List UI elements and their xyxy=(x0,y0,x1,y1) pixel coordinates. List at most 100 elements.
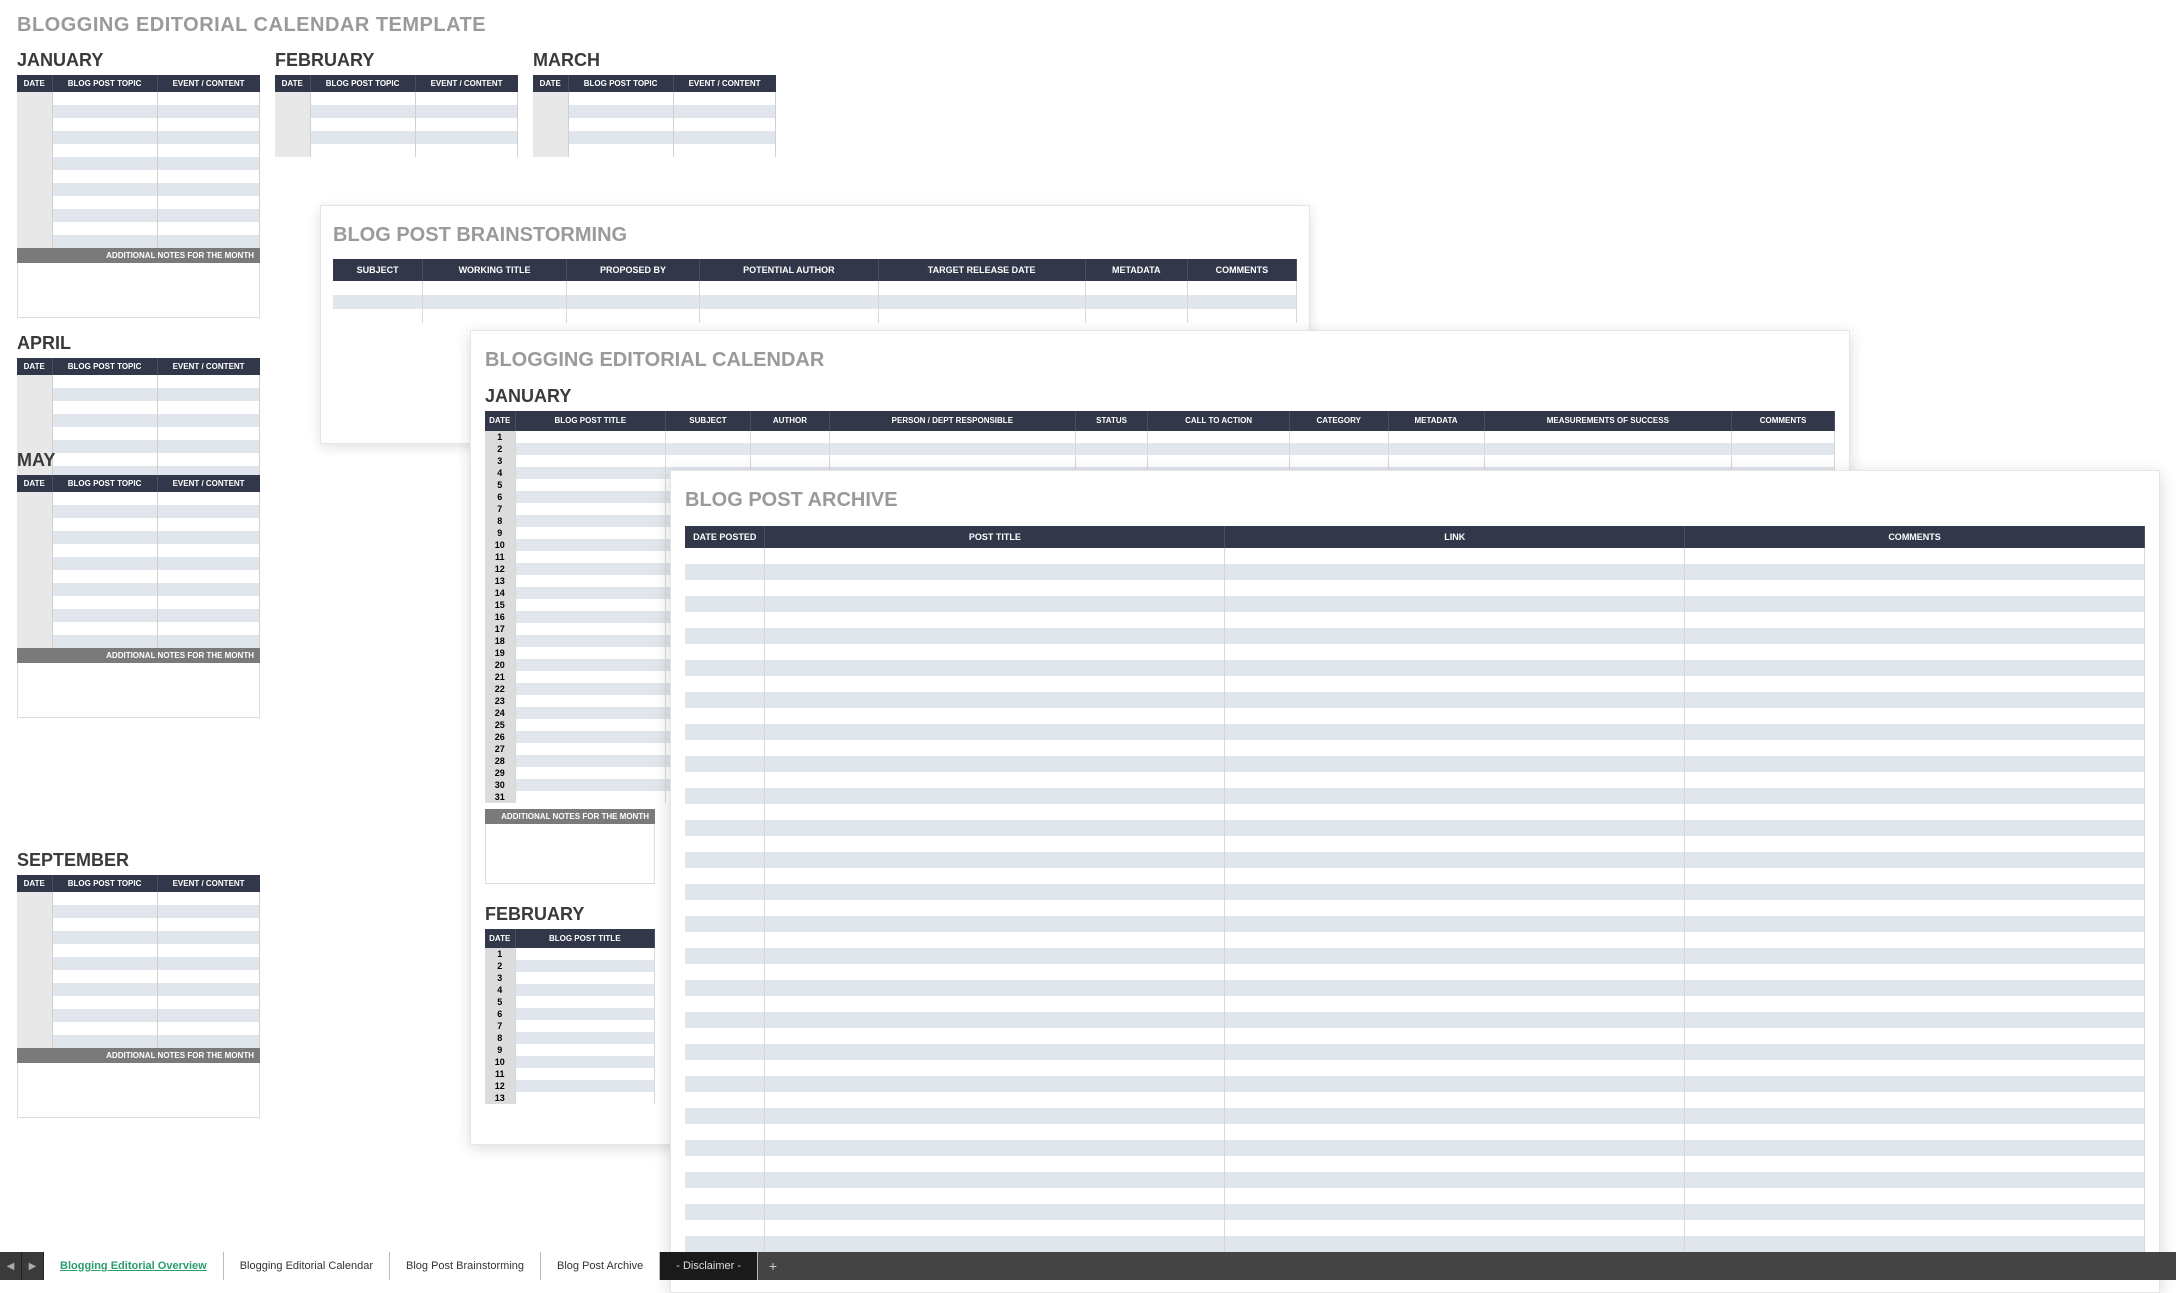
table-row[interactable] xyxy=(275,131,518,144)
table-row[interactable]: 10 xyxy=(485,1056,655,1068)
table-row[interactable] xyxy=(685,772,2145,788)
table-row[interactable] xyxy=(685,708,2145,724)
table-row[interactable] xyxy=(533,131,776,144)
add-sheet-button[interactable]: + xyxy=(758,1252,788,1280)
table-row[interactable] xyxy=(685,916,2145,932)
table-row[interactable]: 5 xyxy=(485,996,655,1008)
table-row[interactable] xyxy=(685,692,2145,708)
table-row[interactable] xyxy=(17,518,260,531)
table-row[interactable]: 1 xyxy=(485,948,655,960)
table-row[interactable] xyxy=(17,583,260,596)
table-row[interactable] xyxy=(685,884,2145,900)
table-row[interactable] xyxy=(685,1140,2145,1156)
table-row[interactable] xyxy=(685,596,2145,612)
table-row[interactable] xyxy=(17,557,260,570)
table-row[interactable] xyxy=(17,596,260,609)
table-row[interactable] xyxy=(685,756,2145,772)
table-row[interactable] xyxy=(685,1204,2145,1220)
table-row[interactable] xyxy=(17,131,260,144)
table-row[interactable] xyxy=(17,944,260,957)
table-row[interactable] xyxy=(275,118,518,131)
table-row[interactable] xyxy=(17,157,260,170)
table-row[interactable] xyxy=(17,918,260,931)
tab-nav-prev-icon[interactable]: ◀ xyxy=(0,1252,22,1280)
table-row[interactable] xyxy=(17,209,260,222)
notes-area[interactable] xyxy=(17,1063,260,1118)
table-row[interactable] xyxy=(685,1124,2145,1140)
table-row[interactable] xyxy=(17,427,260,440)
table-row[interactable] xyxy=(17,118,260,131)
table-row[interactable] xyxy=(17,375,260,388)
table-row[interactable] xyxy=(17,622,260,635)
table-row[interactable]: 7 xyxy=(485,1020,655,1032)
table-row[interactable] xyxy=(17,92,260,105)
table-row[interactable]: 2 xyxy=(485,960,655,972)
notes-area[interactable] xyxy=(17,263,260,318)
table-row[interactable] xyxy=(17,970,260,983)
table-row[interactable] xyxy=(685,1012,2145,1028)
table-row[interactable] xyxy=(685,1220,2145,1236)
table-row[interactable]: 12 xyxy=(485,1080,655,1092)
table-row[interactable] xyxy=(685,964,2145,980)
table-row[interactable] xyxy=(275,105,518,118)
table-row[interactable] xyxy=(17,609,260,622)
table-row[interactable] xyxy=(685,948,2145,964)
table-row[interactable] xyxy=(17,635,260,648)
table-row[interactable]: 1 xyxy=(485,431,1835,443)
table-row[interactable] xyxy=(685,836,2145,852)
table-row[interactable] xyxy=(685,1172,2145,1188)
table-row[interactable] xyxy=(685,1188,2145,1204)
table-row[interactable]: 6 xyxy=(485,1008,655,1020)
table-row[interactable] xyxy=(685,1156,2145,1172)
tab-nav-next-icon[interactable]: ▶ xyxy=(22,1252,44,1280)
table-row[interactable] xyxy=(17,1009,260,1022)
table-row[interactable] xyxy=(17,414,260,427)
notes-area[interactable] xyxy=(17,663,260,718)
table-row[interactable] xyxy=(17,1035,260,1048)
table-row[interactable] xyxy=(685,628,2145,644)
table-row[interactable] xyxy=(533,144,776,157)
table-row[interactable]: 4 xyxy=(485,984,655,996)
table-row[interactable] xyxy=(533,92,776,105)
table-row[interactable] xyxy=(17,905,260,918)
table-row[interactable] xyxy=(685,996,2145,1012)
table-row[interactable] xyxy=(685,1028,2145,1044)
table-row[interactable] xyxy=(17,570,260,583)
table-row[interactable] xyxy=(685,676,2145,692)
table-row[interactable] xyxy=(685,660,2145,676)
table-row[interactable] xyxy=(17,222,260,235)
table-row[interactable] xyxy=(685,1108,2145,1124)
table-row[interactable] xyxy=(17,105,260,118)
table-row[interactable] xyxy=(17,531,260,544)
table-row[interactable] xyxy=(685,612,2145,628)
table-row[interactable] xyxy=(17,892,260,905)
table-row[interactable]: 9 xyxy=(485,1044,655,1056)
table-row[interactable] xyxy=(17,931,260,944)
table-row[interactable] xyxy=(685,580,2145,596)
table-row[interactable] xyxy=(17,492,260,505)
table-row[interactable] xyxy=(685,1076,2145,1092)
table-row[interactable] xyxy=(17,401,260,414)
table-row[interactable] xyxy=(685,644,2145,660)
table-row[interactable] xyxy=(685,740,2145,756)
table-row[interactable] xyxy=(685,1060,2145,1076)
table-row[interactable] xyxy=(685,548,2145,564)
table-row[interactable] xyxy=(17,388,260,401)
sheet-tab[interactable]: Blog Post Brainstorming xyxy=(390,1252,541,1280)
table-row[interactable] xyxy=(685,900,2145,916)
table-row[interactable] xyxy=(533,118,776,131)
table-row[interactable] xyxy=(275,144,518,157)
table-row[interactable] xyxy=(685,788,2145,804)
table-row[interactable] xyxy=(685,980,2145,996)
sheet-tab[interactable]: Blogging Editorial Overview xyxy=(44,1252,224,1280)
table-row[interactable] xyxy=(333,309,1297,323)
table-row[interactable]: 2 xyxy=(485,443,1835,455)
table-row[interactable] xyxy=(17,544,260,557)
sheet-tab[interactable]: Blog Post Archive xyxy=(541,1252,660,1280)
table-row[interactable] xyxy=(685,1092,2145,1108)
table-row[interactable] xyxy=(685,852,2145,868)
table-row[interactable]: 3 xyxy=(485,972,655,984)
table-row[interactable] xyxy=(685,1044,2145,1060)
sheet-tab[interactable]: - Disclaimer - xyxy=(660,1252,758,1280)
table-row[interactable] xyxy=(17,983,260,996)
